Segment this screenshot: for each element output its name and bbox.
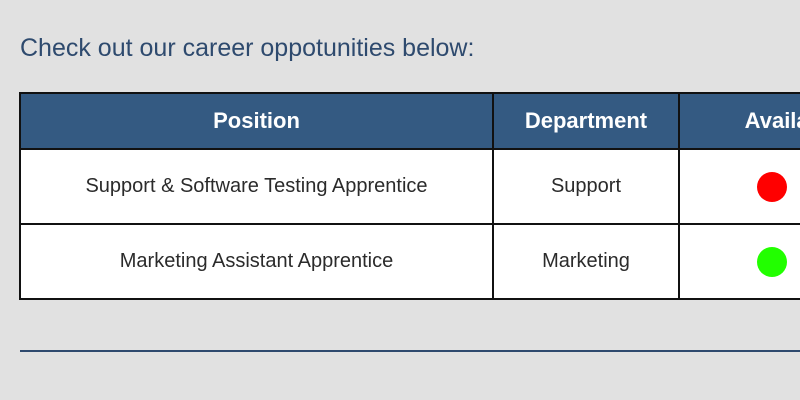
status-available-icon — [756, 246, 787, 277]
status-unavailable-icon — [756, 171, 787, 202]
careers-table-container: Position Department Availabil Support & … — [19, 92, 800, 300]
position-cell: Marketing Assistant Apprentice — [19, 223, 494, 300]
position-cell: Support & Software Testing Apprentice — [19, 148, 494, 225]
table-row: Marketing Assistant Apprentice Marketing — [19, 223, 800, 300]
department-cell: Marketing — [492, 223, 680, 300]
availability-column-header: Availabil — [678, 92, 800, 150]
department-column-header: Department — [492, 92, 680, 150]
careers-page: Check out our career oppotunities below:… — [0, 0, 800, 400]
table-header-row: Position Department Availabil — [19, 92, 800, 150]
table-row: Support & Software Testing Apprentice Su… — [19, 148, 800, 225]
availability-cell — [678, 148, 800, 225]
careers-table: Position Department Availabil Support & … — [19, 92, 800, 300]
intro-heading: Check out our career oppotunities below: — [20, 34, 475, 62]
position-column-header: Position — [19, 92, 494, 150]
department-cell: Support — [492, 148, 680, 225]
section-divider — [20, 350, 800, 352]
availability-cell — [678, 223, 800, 300]
